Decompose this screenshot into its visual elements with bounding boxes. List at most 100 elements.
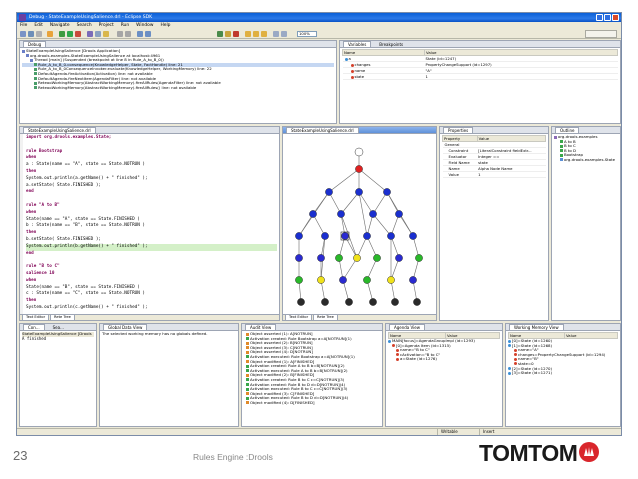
forward-icon[interactable] [145,31,151,37]
tab-audit[interactable]: Audit View [245,324,277,330]
menu-help[interactable]: Help [160,22,170,29]
tab-working-memory[interactable]: Working Memory View [509,324,564,330]
rete-node-alpha[interactable] [321,232,329,240]
rete-node-alpha[interactable] [383,188,391,196]
menu-file[interactable]: File [20,22,27,29]
rete-node-terminal[interactable] [345,298,353,306]
close-button[interactable] [612,14,619,21]
rete-node-type[interactable] [355,165,363,173]
rete-node-root[interactable] [354,147,364,157]
rete-node-terminal[interactable] [369,298,377,306]
rete-node-alpha[interactable] [409,232,417,240]
save-icon[interactable] [28,31,34,37]
tab-global-data[interactable]: Global Data View [103,324,148,330]
rete-graph[interactable] [283,134,436,314]
maximize-button[interactable] [604,14,611,21]
rete-node-eval[interactable] [373,254,381,262]
rete-node-join[interactable] [339,276,347,284]
rete-node-terminal[interactable] [321,298,329,306]
menu-search[interactable]: Search [77,22,92,29]
tab-rete-tree-2[interactable]: Rete Tree [313,315,338,320]
drl-editor: StateExampleUsingSalience.drl import org… [19,126,280,321]
suspend-icon[interactable] [225,31,231,37]
step-return-icon[interactable] [261,31,267,37]
rete-node-alpha[interactable] [355,188,363,196]
rete-node-alpha[interactable] [295,232,303,240]
rete-node-join[interactable] [341,232,349,240]
rete-node-alpha[interactable] [387,232,395,240]
wm-col-value[interactable]: Value [564,332,618,339]
outline-item[interactable]: org.drools.examples.State [554,157,618,163]
tab-console[interactable]: Con... [23,324,45,330]
tab-properties[interactable]: Properties [443,127,474,133]
external-tools-icon[interactable] [75,31,81,37]
debug-icon[interactable] [59,31,65,37]
stack-frame-row[interactable]: ReteooWorkingMemory(AbstractWorkingMemor… [22,85,334,91]
prev-annotation-icon[interactable] [117,31,123,37]
rete-canvas[interactable] [283,134,436,314]
tab-variables[interactable]: Variables [343,41,372,47]
rete-node-left[interactable] [353,254,361,262]
property-row[interactable]: Value 1 [442,171,546,178]
zoom-select[interactable]: 100% [297,31,317,37]
menu-edit[interactable]: Edit [34,22,43,29]
minimize-button[interactable] [596,14,603,21]
step-into-icon[interactable] [245,31,251,37]
menu-navigate[interactable]: Navigate [50,22,70,29]
rete-node-alpha[interactable] [309,210,317,218]
run-icon[interactable] [67,31,73,37]
rete-node-terminal[interactable] [413,298,421,306]
rete-node-terminal[interactable] [297,298,305,306]
print-icon[interactable] [36,31,42,37]
rete-node-join[interactable] [317,254,325,262]
tab-text-editor-2[interactable]: Text Editor [285,315,313,320]
rete-node-terminal[interactable] [391,298,399,306]
skip-breakpoints-icon[interactable] [47,31,53,37]
zoom-out-icon[interactable] [281,31,287,37]
step-over-icon[interactable] [253,31,259,37]
editor-text-area[interactable]: import org.drools.examples.State; rule Bo… [24,134,279,314]
tab-search[interactable]: Sea... [48,324,69,330]
code-line: rule "A to B" [26,202,60,208]
open-type-icon[interactable] [95,31,101,37]
rete-node-alpha[interactable] [395,210,403,218]
rete-node-eval[interactable] [295,276,303,284]
next-annotation-icon[interactable] [125,31,131,37]
property-row[interactable]: Constraint [LiteralConstraint fieldExtr..… [442,147,546,154]
tab-rete-tree[interactable]: Rete Tree [50,315,75,320]
tab-breakpoints[interactable]: Breakpoints [374,41,408,47]
tab-agenda[interactable]: Agenda View [389,324,426,330]
terminate-icon[interactable] [233,31,239,37]
rete-node-alpha[interactable] [337,210,345,218]
back-icon[interactable] [137,31,143,37]
menu-run[interactable]: Run [121,22,129,29]
tab-text-editor[interactable]: Text Editor [22,315,50,320]
rete-node-eval[interactable] [415,254,423,262]
rete-node-left[interactable] [387,276,395,284]
tab-rete-file[interactable]: StateExampleUsingSalience.drl [286,127,359,133]
rete-node-join[interactable] [395,254,403,262]
agenda-item[interactable]: a=State (id=1276) [388,357,500,362]
working-memory-item[interactable]: [3]=State (id=1271) [508,370,618,376]
rete-node-eval[interactable] [363,276,371,284]
menu-window[interactable]: Window [136,22,153,29]
tab-outline[interactable]: Outline [555,127,580,133]
rete-node-join[interactable] [409,276,417,284]
rete-node-left[interactable] [317,276,325,284]
rete-node-eval[interactable] [335,254,343,262]
zoom-in-icon[interactable] [273,31,279,37]
menu-project[interactable]: Project [99,22,114,29]
rete-node-join[interactable] [295,254,303,262]
rete-node-alpha[interactable] [325,188,333,196]
search-icon[interactable] [103,31,109,37]
variable-row[interactable]: state 1 [342,73,618,80]
perspective-switcher[interactable] [585,30,617,38]
audit-event[interactable]: Object modified (4): D[FINISHED] [244,400,380,406]
new-icon[interactable] [20,31,26,37]
new-class-icon[interactable] [87,31,93,37]
tab-editor-file[interactable]: StateExampleUsingSalience.drl [23,127,96,133]
rete-node-alpha[interactable] [369,210,377,218]
resume-icon[interactable] [217,31,223,37]
rete-node-alpha[interactable] [363,232,371,240]
tab-debug[interactable]: Debug [23,41,47,47]
